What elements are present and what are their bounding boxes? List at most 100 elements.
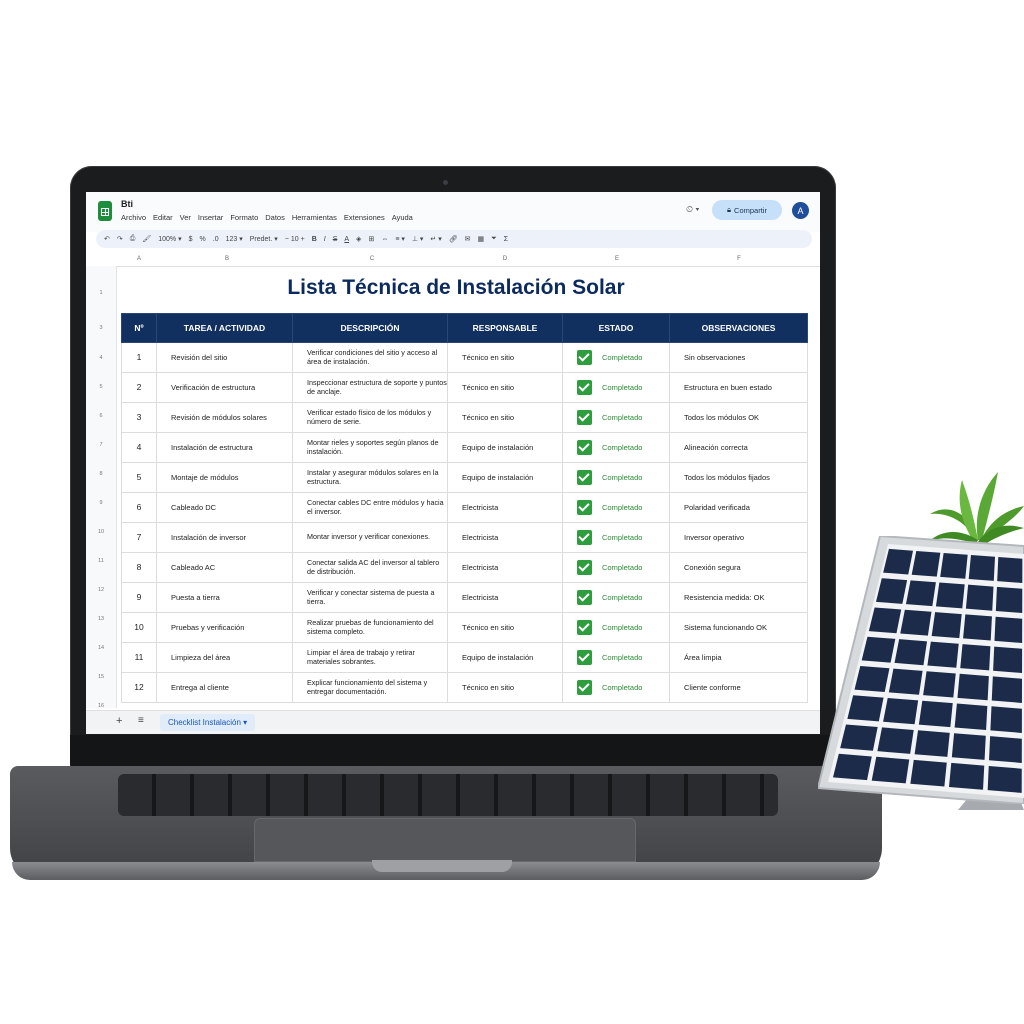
cell-task[interactable]: Verificación de estructura <box>156 372 293 403</box>
cell-number[interactable]: 12 <box>121 672 157 703</box>
checkbox-checked-icon[interactable] <box>577 590 592 605</box>
wrap-icon[interactable]: ↵ ▾ <box>430 235 441 243</box>
chart-icon[interactable]: ▦ <box>478 235 485 243</box>
cell-status[interactable]: Completado <box>562 642 670 673</box>
row-header[interactable]: 4 <box>86 355 116 361</box>
cell-status[interactable]: Completado <box>562 492 670 523</box>
bold-icon[interactable]: B <box>312 236 317 243</box>
sheet-title[interactable]: Lista Técnica de Instalación Solar <box>166 276 746 300</box>
column-header-f[interactable]: F <box>732 256 746 262</box>
cell-task[interactable]: Cableado DC <box>156 492 293 523</box>
cell-observations[interactable]: Resistencia medida: OK <box>669 582 808 613</box>
cell-observations[interactable]: Sin observaciones <box>669 342 808 373</box>
cell-status[interactable]: Completado <box>562 372 670 403</box>
menu-extensiones[interactable]: Extensiones <box>344 213 385 222</box>
add-sheet-icon[interactable]: + <box>116 715 122 727</box>
cell-status[interactable]: Completado <box>562 612 670 643</box>
cell-task[interactable]: Revisión de módulos solares <box>156 402 293 433</box>
cell-description[interactable]: Inspeccionar estructura de soporte y pun… <box>292 372 448 403</box>
cell-description[interactable]: Realizar pruebas de funcionamiento del s… <box>292 612 448 643</box>
row-header[interactable]: 16 <box>86 703 116 709</box>
cell-responsible[interactable]: Equipo de instalación <box>447 462 563 493</box>
cell-observations[interactable]: Conexión segura <box>669 552 808 583</box>
cell-description[interactable]: Verificar estado físico de los módulos y… <box>292 402 448 433</box>
cell-observations[interactable]: Área limpia <box>669 642 808 673</box>
fill-color-icon[interactable]: ◈ <box>356 235 361 243</box>
cell-responsible[interactable]: Técnico en sitio <box>447 672 563 703</box>
cell-responsible[interactable]: Electricista <box>447 492 563 523</box>
cell-task[interactable]: Entrega al cliente <box>156 672 293 703</box>
comment-icon[interactable]: ✉ <box>465 235 471 243</box>
menu-formato[interactable]: Formato <box>230 213 258 222</box>
column-header-a[interactable]: A <box>132 256 146 262</box>
cell-status[interactable]: Completado <box>562 342 670 373</box>
cell-status[interactable]: Completado <box>562 432 670 463</box>
cell-number[interactable]: 1 <box>121 342 157 373</box>
cell-description[interactable]: Limpiar el área de trabajo y retirar mat… <box>292 642 448 673</box>
cell-status[interactable]: Completado <box>562 672 670 703</box>
menu-herramientas[interactable]: Herramientas <box>292 213 337 222</box>
paint-format-icon[interactable]: 🖌︎ <box>142 235 151 243</box>
row-header[interactable]: 3 <box>86 325 116 331</box>
row-header[interactable]: 14 <box>86 645 116 651</box>
cell-status[interactable]: Completado <box>562 552 670 583</box>
checkbox-checked-icon[interactable] <box>577 500 592 515</box>
filter-icon[interactable]: ⏷ <box>491 235 497 243</box>
cell-responsible[interactable]: Técnico en sitio <box>447 612 563 643</box>
row-header[interactable]: 1 <box>86 290 116 296</box>
cell-number[interactable]: 5 <box>121 462 157 493</box>
row-header[interactable]: 5 <box>86 384 116 390</box>
header-description[interactable]: DESCRIPCIÓN <box>292 313 448 343</box>
menu-archivo[interactable]: Archivo <box>121 213 146 222</box>
cell-number[interactable]: 3 <box>121 402 157 433</box>
header-status[interactable]: ESTADO <box>562 313 670 343</box>
row-header[interactable]: 11 <box>86 558 116 564</box>
cell-number[interactable]: 11 <box>121 642 157 673</box>
merge-icon[interactable]: ⇔ <box>381 236 388 243</box>
tab-checklist[interactable]: Checklist Instalación ▾ <box>160 714 256 731</box>
sheets-logo-icon[interactable] <box>98 201 112 221</box>
all-sheets-icon[interactable]: ≡ <box>138 715 144 726</box>
cell-responsible[interactable]: Equipo de instalación <box>447 432 563 463</box>
cell-responsible[interactable]: Técnico en sitio <box>447 342 563 373</box>
currency-icon[interactable]: $ <box>189 236 193 243</box>
cell-status[interactable]: Completado <box>562 462 670 493</box>
functions-icon[interactable]: Σ <box>504 236 508 243</box>
text-color-icon[interactable]: A <box>344 236 349 243</box>
cell-number[interactable]: 6 <box>121 492 157 523</box>
cell-observations[interactable]: Todos los módulos fijados <box>669 462 808 493</box>
menu-editar[interactable]: Editar <box>153 213 173 222</box>
cell-description[interactable]: Conectar cables DC entre módulos y hacia… <box>292 492 448 523</box>
checkbox-checked-icon[interactable] <box>577 470 592 485</box>
row-header[interactable]: 7 <box>86 442 116 448</box>
cell-description[interactable]: Verificar condiciones del sitio y acceso… <box>292 342 448 373</box>
checkbox-checked-icon[interactable] <box>577 620 592 635</box>
menu-datos[interactable]: Datos <box>265 213 285 222</box>
cell-observations[interactable]: Inversor operativo <box>669 522 808 553</box>
cell-task[interactable]: Montaje de módulos <box>156 462 293 493</box>
cell-description[interactable]: Verificar y conectar sistema de puesta a… <box>292 582 448 613</box>
cell-task[interactable]: Instalación de inversor <box>156 522 293 553</box>
decimal-icon[interactable]: .0 <box>213 236 219 243</box>
share-button[interactable]: 🔒︎ Compartir <box>712 200 782 220</box>
cell-number[interactable]: 9 <box>121 582 157 613</box>
cell-number[interactable]: 8 <box>121 552 157 583</box>
cell-description[interactable]: Explicar funcionamiento del sistema y en… <box>292 672 448 703</box>
header-task[interactable]: TAREA / ACTIVIDAD <box>156 313 293 343</box>
header-number[interactable]: Nº <box>121 313 157 343</box>
checkbox-checked-icon[interactable] <box>577 650 592 665</box>
checkbox-checked-icon[interactable] <box>577 440 592 455</box>
cell-description[interactable]: Conectar salida AC del inversor al table… <box>292 552 448 583</box>
cell-number[interactable]: 2 <box>121 372 157 403</box>
row-header[interactable]: 6 <box>86 413 116 419</box>
cell-responsible[interactable]: Técnico en sitio <box>447 402 563 433</box>
cell-responsible[interactable]: Técnico en sitio <box>447 372 563 403</box>
cell-responsible[interactable]: Electricista <box>447 552 563 583</box>
cell-task[interactable]: Cableado AC <box>156 552 293 583</box>
cell-observations[interactable]: Todos los módulos OK <box>669 402 808 433</box>
undo-icon[interactable]: ↶ <box>104 235 110 243</box>
cell-responsible[interactable]: Electricista <box>447 522 563 553</box>
redo-icon[interactable]: ↷ <box>117 235 123 243</box>
cell-description[interactable]: Montar inversor y verificar conexiones. <box>292 522 448 553</box>
column-header-e[interactable]: E <box>610 256 624 262</box>
